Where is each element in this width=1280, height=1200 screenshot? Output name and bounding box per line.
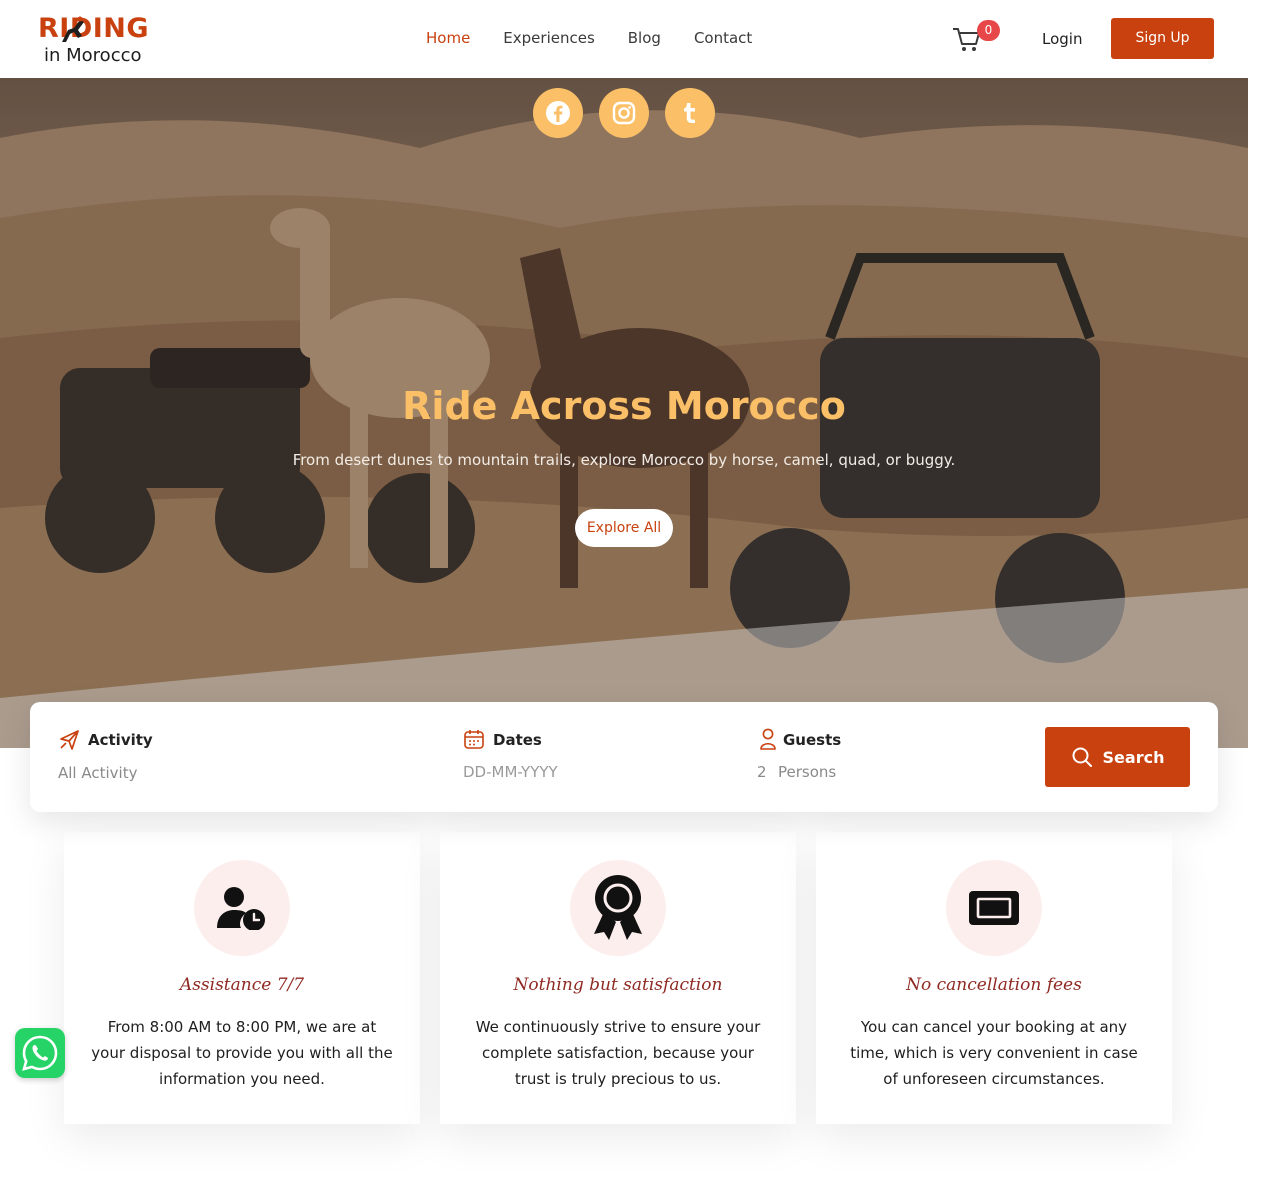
feature-description: We continuously strive to ensure your co…: [475, 1018, 761, 1088]
nav-blog[interactable]: Blog: [628, 28, 661, 48]
activity-label: Activity: [88, 731, 153, 749]
hero-subtitle: From desert dunes to mountain trails, ex…: [292, 451, 956, 469]
feature-title: No cancellation fees: [906, 975, 1082, 995]
sign-up-button[interactable]: Sign Up: [1111, 18, 1214, 59]
user-icon: [760, 728, 776, 750]
dates-label: Dates: [493, 731, 542, 749]
instagram-icon[interactable]: [599, 88, 649, 138]
social-links: [533, 88, 715, 138]
feature-card-assistance: Assistance 7/7 From 8:00 AM to 8:00 PM, …: [64, 832, 420, 1124]
nav-experiences[interactable]: Experiences: [503, 28, 594, 48]
feature-icon-circle: [946, 860, 1042, 956]
facebook-icon[interactable]: [533, 88, 583, 138]
main-nav: Home Experiences Blog Contact: [426, 28, 785, 48]
feature-card-satisfaction: Nothing but satisfaction We continuously…: [440, 832, 796, 1124]
nav-contact[interactable]: Contact: [694, 28, 752, 48]
plane-icon: [60, 730, 79, 750]
login-link[interactable]: Login: [1042, 29, 1082, 49]
nav-home[interactable]: Home: [426, 28, 470, 48]
tumblr-icon[interactable]: [665, 88, 715, 138]
date-input[interactable]: DD-MM-YYYY: [463, 762, 558, 782]
guests-unit: Persons: [778, 763, 837, 781]
booking-search-bar: Activity All Activity Dates DD-MM-YYYY G…: [30, 702, 1218, 812]
search-button-label: Search: [1102, 747, 1165, 767]
guests-label: Guests: [783, 731, 842, 749]
search-icon: [1072, 747, 1092, 767]
feature-icon-circle: [194, 860, 290, 956]
award-ribbon-icon: [594, 875, 642, 940]
whatsapp-button[interactable]: [15, 1028, 65, 1078]
site-header: RIDING in Morocco Home Experiences Blog …: [0, 0, 1248, 78]
search-button[interactable]: Search: [1045, 727, 1190, 787]
feature-icon-circle: [570, 860, 666, 956]
explore-all-button[interactable]: Explore All: [575, 509, 673, 547]
cart-count-badge: 0: [977, 20, 1000, 41]
ticket-icon: [969, 891, 1019, 925]
guests-count-input[interactable]: 2: [757, 762, 767, 782]
hero-title: Ride Across Morocco: [402, 384, 846, 428]
feature-description: From 8:00 AM to 8:00 PM, we are at your …: [91, 1018, 393, 1088]
site-logo[interactable]: RIDING in Morocco: [38, 13, 158, 67]
logo-tagline: in Morocco: [44, 45, 142, 66]
rider-icon: [62, 16, 84, 42]
activity-select[interactable]: All Activity: [58, 763, 137, 783]
hero-section: Ride Across Morocco From desert dunes to…: [0, 78, 1248, 748]
whatsapp-icon: [22, 1035, 58, 1071]
feature-title: Nothing but satisfaction: [513, 975, 723, 995]
feature-description: You can cancel your booking at any time,…: [850, 1018, 1138, 1088]
logo-wordmark: RIDING: [38, 13, 150, 44]
feature-card-no-cancellation: No cancellation fees You can cancel your…: [816, 832, 1172, 1124]
calendar-icon: [464, 730, 484, 749]
feature-title: Assistance 7/7: [179, 975, 305, 995]
user-clock-icon: [217, 887, 265, 930]
